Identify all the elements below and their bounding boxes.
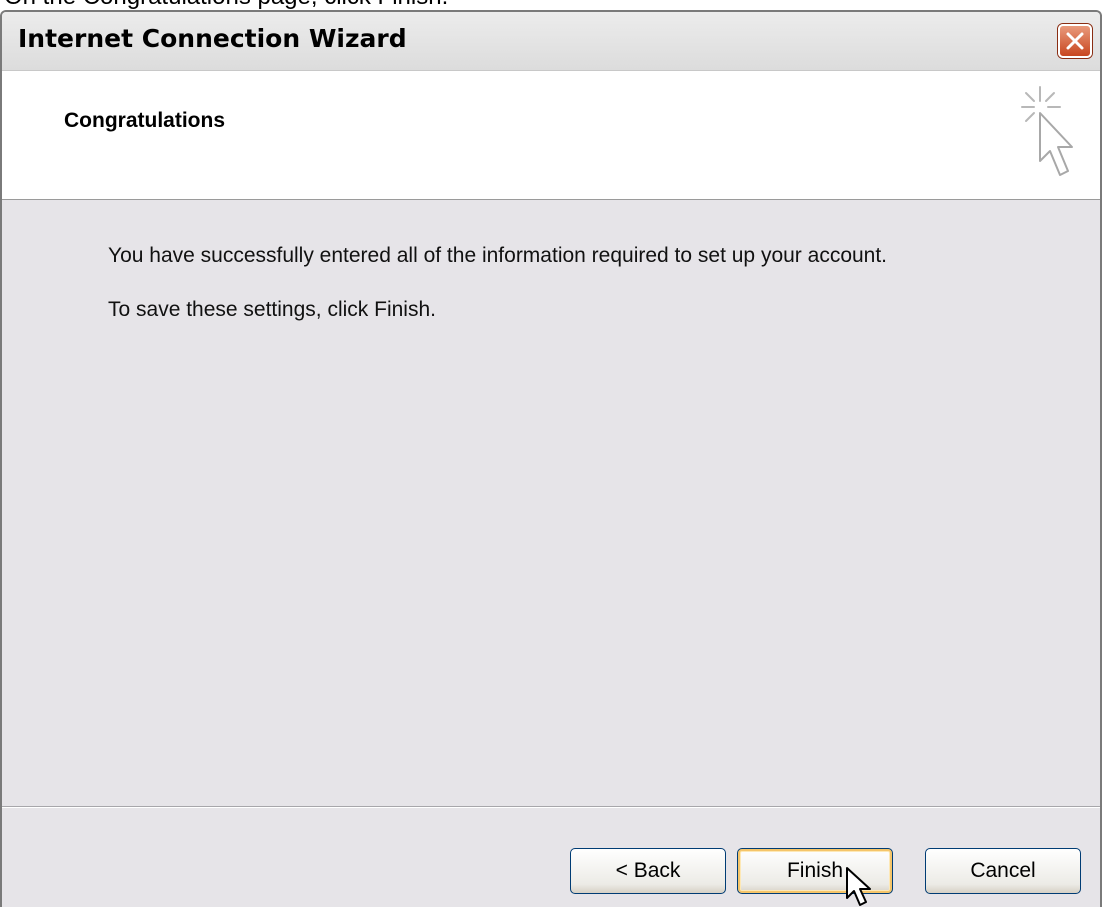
mouse-pointer-icon <box>846 867 871 906</box>
button-bar: < Back Finish Cancel <box>2 808 1100 907</box>
caption-text: On the Congratulations page, click Finis… <box>4 0 448 10</box>
wizard-cursor-icon <box>1021 86 1073 176</box>
header-panel: Congratulations <box>2 71 1100 200</box>
success-message: You have successfully entered all of the… <box>108 244 888 267</box>
window-title: Internet Connection Wizard <box>18 24 407 53</box>
title-bar[interactable]: Internet Connection Wizard <box>2 12 1100 71</box>
cancel-button[interactable]: Cancel <box>925 848 1081 894</box>
back-button[interactable]: < Back <box>570 848 726 894</box>
page-title: Congratulations <box>64 109 225 132</box>
caption-strip: On the Congratulations page, click Finis… <box>0 0 1108 10</box>
wizard-window: Internet Connection Wizard Congratulatio… <box>0 10 1102 907</box>
close-button[interactable] <box>1058 24 1092 58</box>
close-icon <box>1066 32 1084 50</box>
content-area: You have successfully entered all of the… <box>2 200 1100 806</box>
instruction-message: To save these settings, click Finish. <box>108 298 436 321</box>
